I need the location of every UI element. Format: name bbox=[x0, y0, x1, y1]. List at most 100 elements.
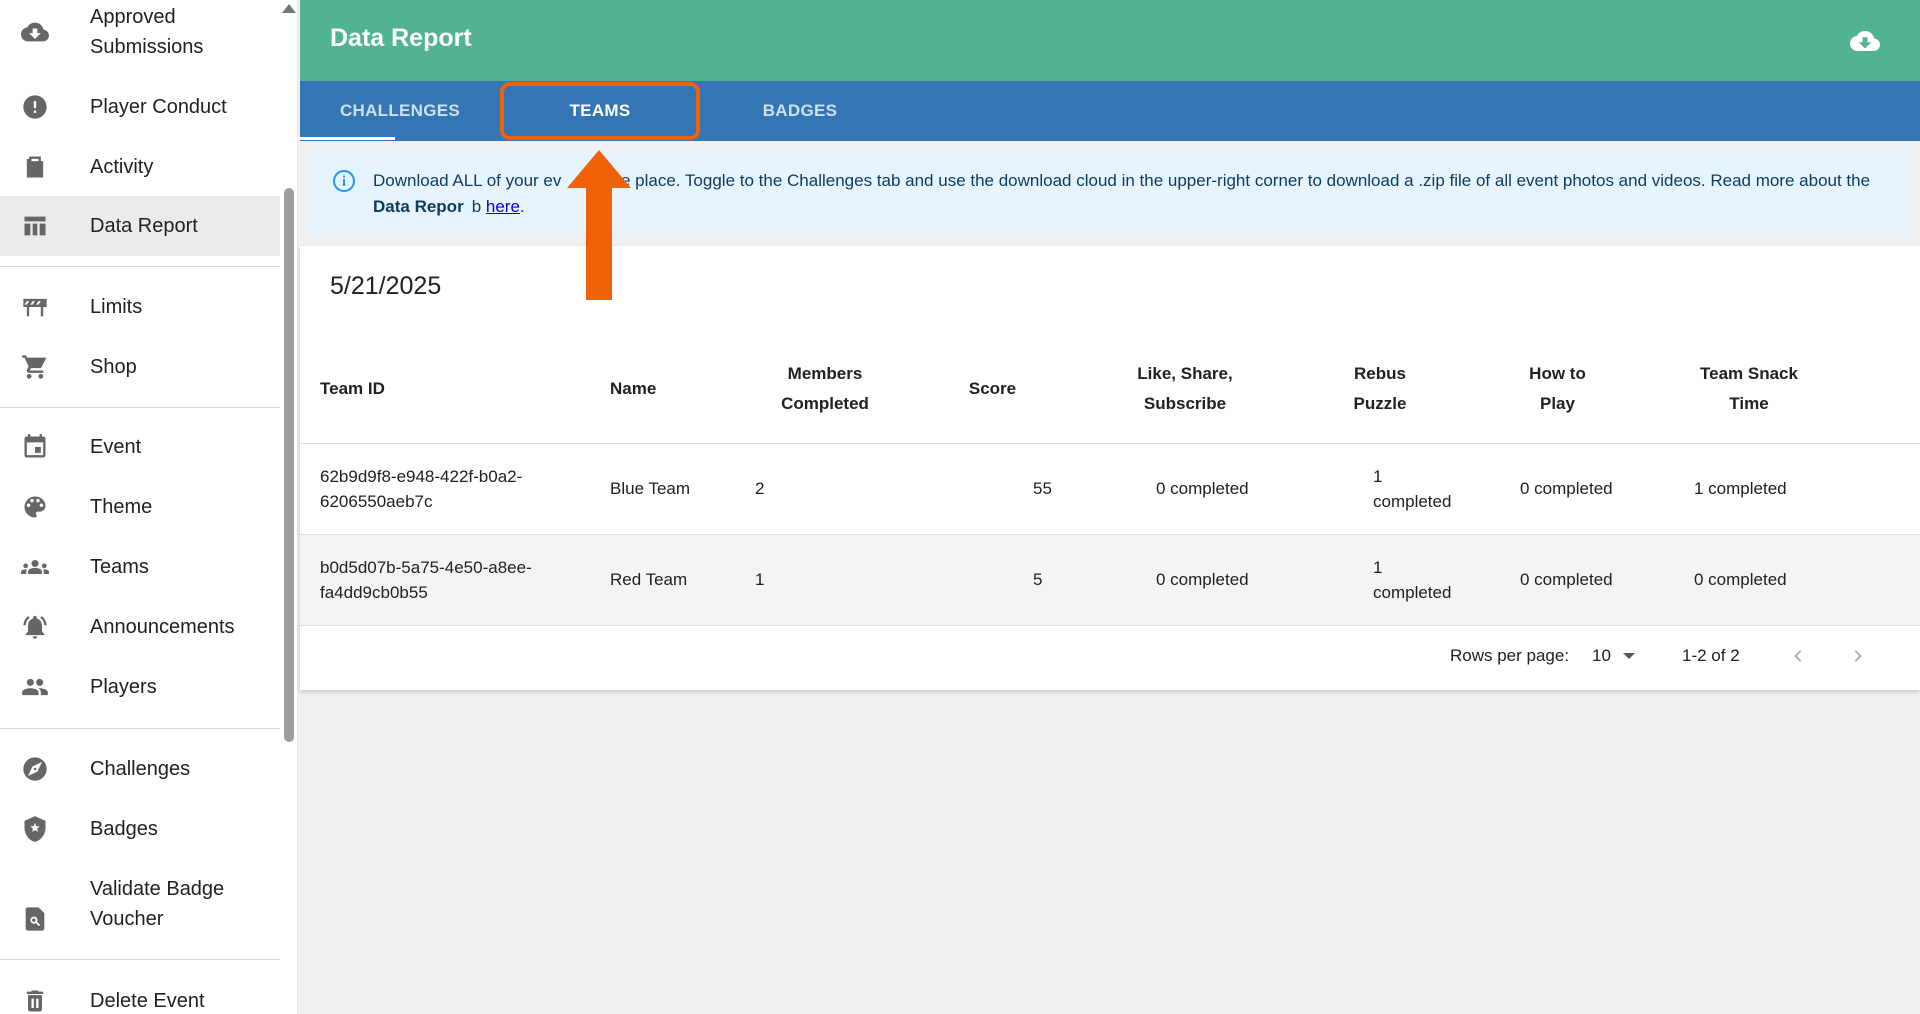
previous-page-button[interactable] bbox=[1784, 642, 1812, 670]
table-pagination: Rows per page: 10 1-2 of 2 bbox=[300, 628, 1920, 684]
teams-tab-highlight-box bbox=[500, 82, 700, 140]
column-header[interactable]: Like, Share, Subscribe bbox=[1085, 336, 1285, 444]
rows-per-page-value: 10 bbox=[1592, 646, 1611, 665]
shield-star-icon bbox=[20, 814, 50, 844]
report-date: 5/21/2025 bbox=[330, 272, 442, 300]
sidebar-item-label: Data Report bbox=[90, 215, 198, 237]
info-icon bbox=[332, 169, 356, 193]
sidebar-item-approved-submissions[interactable]: Approved Submissions bbox=[0, 0, 280, 64]
column-header[interactable]: Name bbox=[600, 336, 740, 444]
column-header[interactable]: Score bbox=[910, 336, 1085, 444]
annotation-arrow-icon bbox=[567, 150, 631, 300]
palette-icon bbox=[20, 492, 50, 522]
team-id-cell: 62b9d9f8-e948-422f-b0a2- 6206550aeb7c bbox=[300, 443, 600, 535]
tab-badges[interactable]: BADGES bbox=[700, 81, 900, 141]
calendar-icon bbox=[20, 432, 50, 462]
info-bold-text: Data Repor bbox=[373, 197, 464, 216]
column-header[interactable]: Team ID bbox=[300, 336, 600, 444]
sidebar-item-limits[interactable]: Limits bbox=[0, 290, 280, 324]
sidebar-divider bbox=[0, 407, 280, 408]
sidebar-item-badges[interactable]: Badges bbox=[0, 812, 280, 846]
rows-per-page-select[interactable]: 10 bbox=[1592, 628, 1635, 684]
page-title: Data Report bbox=[330, 24, 472, 52]
app-header: Data Report bbox=[300, 0, 1920, 81]
sidebar-divider bbox=[0, 959, 280, 960]
score-cell: 5 bbox=[910, 534, 1085, 626]
table-row[interactable]: b0d5d07b-5a75-4e50-a8ee- fa4dd9cb0b55 Re… bbox=[300, 534, 1920, 626]
teams-icon bbox=[20, 552, 50, 582]
challenge-cell: 1 completed bbox=[1640, 443, 1920, 535]
sidebar-item-data-report[interactable]: Data Report bbox=[0, 196, 280, 256]
scroll-up-arrow[interactable] bbox=[282, 4, 296, 13]
sidebar-item-validate-badge-voucher[interactable]: Validate Badge Voucher bbox=[0, 872, 280, 936]
sidebar-item-label: Validate Badge Voucher bbox=[90, 878, 225, 930]
chevron-right-icon bbox=[1854, 650, 1862, 662]
sidebar-item-shop[interactable]: Shop bbox=[0, 350, 280, 384]
sidebar-item-label: Activity bbox=[90, 156, 154, 178]
activity-doc-icon bbox=[20, 152, 50, 182]
sidebar-scrollbar[interactable] bbox=[284, 188, 294, 742]
sidebar-item-activity[interactable]: Activity bbox=[0, 150, 280, 184]
sidebar-divider bbox=[0, 266, 280, 267]
team-name-cell: Blue Team bbox=[600, 443, 740, 535]
chevron-left-icon bbox=[1794, 650, 1802, 662]
trash-icon bbox=[20, 986, 50, 1014]
sidebar: Approved Submissions Player Conduct Acti… bbox=[0, 0, 298, 1014]
cart-icon bbox=[20, 352, 50, 382]
compass-icon bbox=[20, 754, 50, 784]
sidebar-item-theme[interactable]: Theme bbox=[0, 490, 280, 524]
sidebar-item-label: Shop bbox=[90, 356, 137, 378]
sidebar-item-player-conduct[interactable]: Player Conduct bbox=[0, 90, 280, 124]
sidebar-item-label: Delete Event bbox=[90, 990, 205, 1012]
sidebar-item-label: Limits bbox=[90, 296, 143, 318]
info-banner: Download ALL of your ev in one place. To… bbox=[310, 151, 1910, 235]
team-id-cell: b0d5d07b-5a75-4e50-a8ee- fa4dd9cb0b55 bbox=[300, 534, 600, 626]
challenge-cell: 0 completed bbox=[1475, 443, 1640, 535]
sidebar-item-event[interactable]: Event bbox=[0, 430, 280, 464]
chevron-down-icon bbox=[1622, 653, 1635, 659]
sidebar-item-label: Theme bbox=[90, 496, 153, 518]
sidebar-item-label: Teams bbox=[90, 556, 149, 578]
sidebar-divider bbox=[0, 728, 280, 729]
challenge-cell: 0 completed bbox=[1640, 534, 1920, 626]
info-here-link[interactable]: here bbox=[486, 197, 520, 216]
sidebar-item-announcements[interactable]: Announcements bbox=[0, 610, 280, 644]
team-name-cell: Red Team bbox=[600, 534, 740, 626]
column-header[interactable]: Rebus Puzzle bbox=[1285, 336, 1475, 444]
next-page-button[interactable] bbox=[1844, 642, 1872, 670]
column-header[interactable]: Team Snack Time bbox=[1640, 336, 1920, 444]
members-completed-cell: 2 bbox=[740, 443, 910, 535]
sidebar-item-teams[interactable]: Teams bbox=[0, 550, 280, 584]
sidebar-item-label: Approved Submissions bbox=[90, 6, 204, 58]
column-header[interactable]: How to Play bbox=[1475, 336, 1640, 444]
rows-per-page-label: Rows per page: bbox=[1450, 646, 1570, 665]
score-cell: 55 bbox=[910, 443, 1085, 535]
table-row[interactable]: 62b9d9f8-e948-422f-b0a2- 6206550aeb7c Bl… bbox=[300, 443, 1920, 535]
challenge-cell: 0 completed bbox=[1085, 443, 1285, 535]
sidebar-item-delete-event[interactable]: Delete Event bbox=[0, 984, 280, 1014]
teams-table: Team ID Name Members Completed Score Lik… bbox=[300, 336, 1920, 626]
challenge-cell: 0 completed bbox=[1085, 534, 1285, 626]
alert-circle-icon bbox=[20, 92, 50, 122]
sidebar-item-label: Event bbox=[90, 436, 142, 458]
column-header[interactable]: Members Completed bbox=[740, 336, 910, 444]
data-report-card: 5/21/2025 Team ID Name Members Completed… bbox=[300, 246, 1920, 690]
challenge-cell: 0 completed bbox=[1475, 534, 1640, 626]
members-completed-cell: 1 bbox=[740, 534, 910, 626]
sidebar-item-label: Badges bbox=[90, 818, 158, 840]
tab-challenges[interactable]: CHALLENGES bbox=[300, 81, 500, 141]
sidebar-item-players[interactable]: Players bbox=[0, 670, 280, 704]
sidebar-item-challenges[interactable]: Challenges bbox=[0, 752, 280, 786]
table-header-row: Team ID Name Members Completed Score Lik… bbox=[300, 336, 1920, 444]
challenge-cell: 1 completed bbox=[1285, 534, 1475, 626]
challenge-cell: 1 completed bbox=[1285, 443, 1475, 535]
alarm-bell-icon bbox=[20, 612, 50, 642]
people-icon bbox=[20, 672, 50, 702]
sidebar-item-label: Announcements bbox=[90, 616, 235, 638]
cloud-download-icon[interactable] bbox=[1848, 26, 1882, 56]
search-doc-icon bbox=[20, 904, 50, 934]
sidebar-item-label: Player Conduct bbox=[90, 96, 227, 118]
table-icon bbox=[20, 211, 50, 241]
barrier-icon bbox=[20, 292, 50, 322]
sidebar-item-label: Challenges bbox=[90, 758, 191, 780]
